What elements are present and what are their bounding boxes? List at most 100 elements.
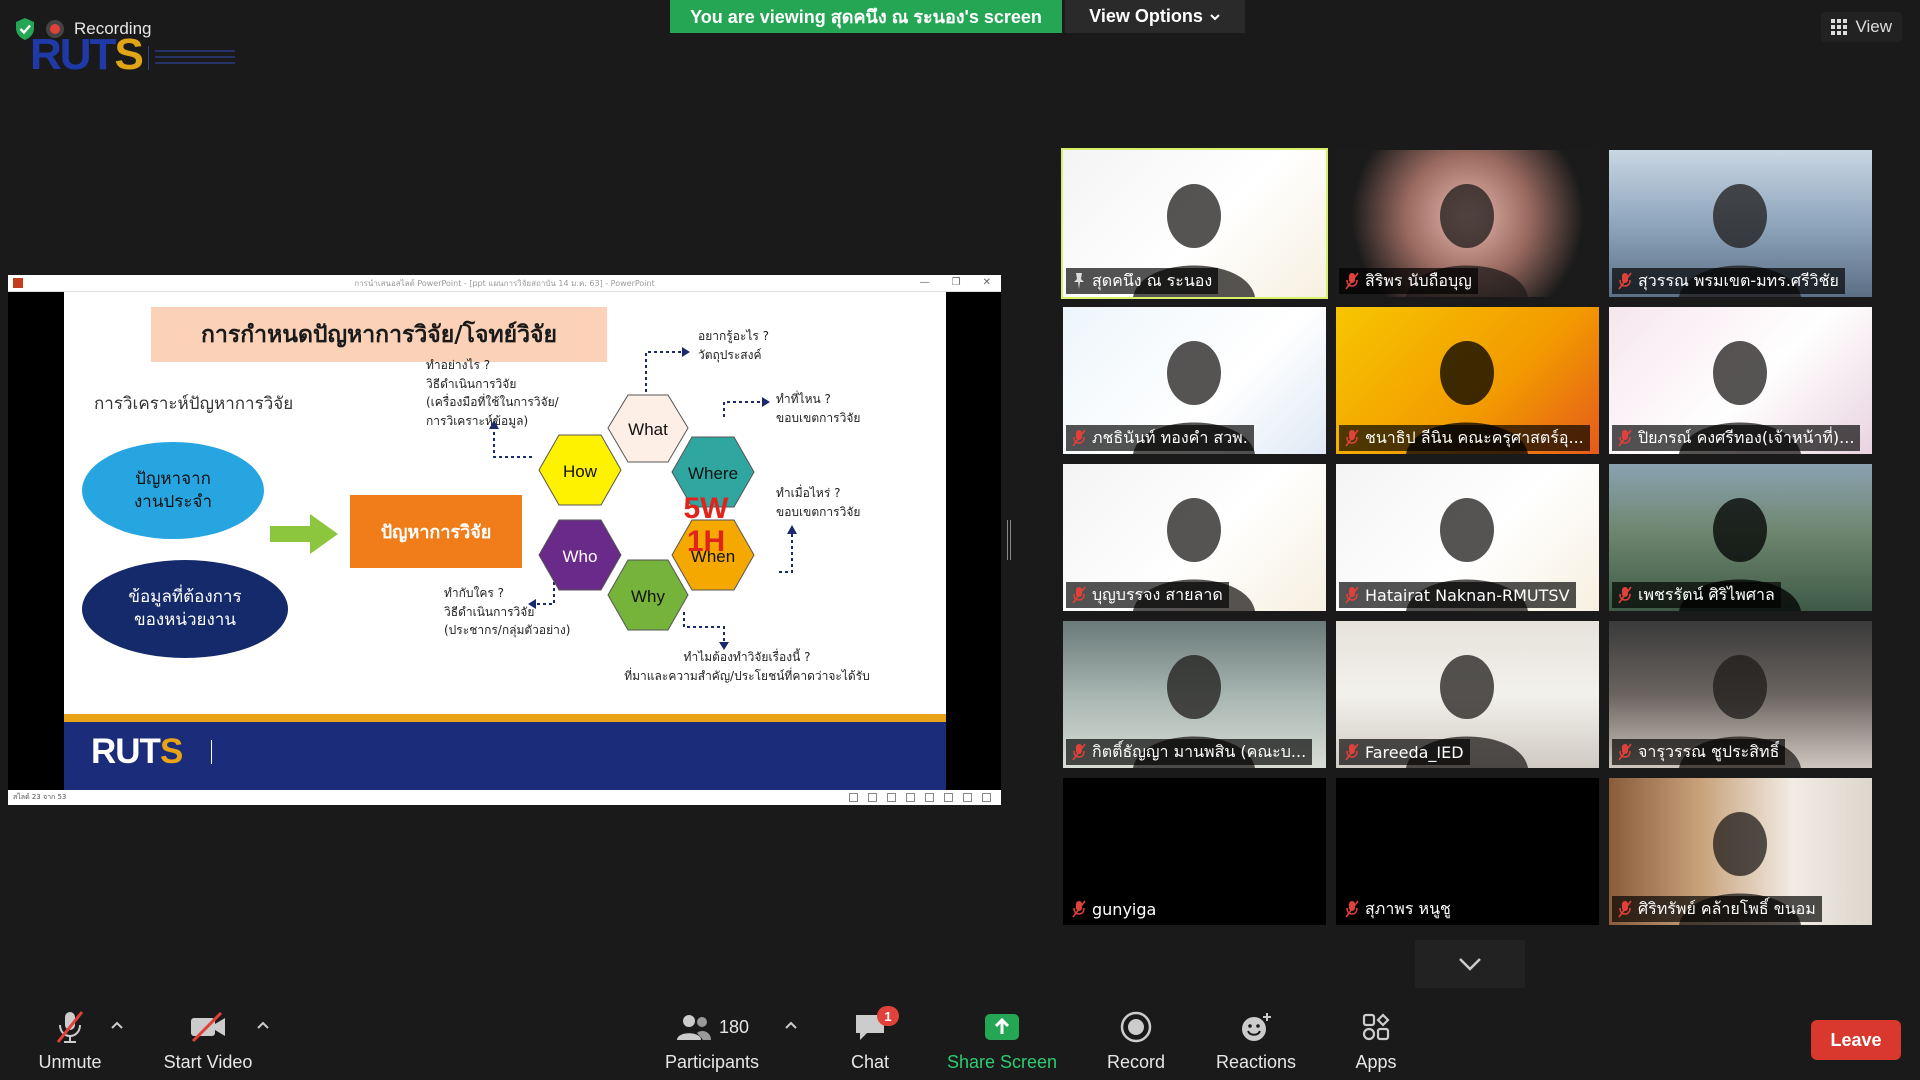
participant-name-tag: gunyiga — [1066, 896, 1163, 922]
chevron-down-icon — [1210, 13, 1220, 20]
participant-name-tag: สุวรรณ พรมเขต-มทร.ศรีวิชัย — [1612, 268, 1845, 294]
smiley-plus-icon — [1242, 1013, 1271, 1041]
muted-microphone-icon — [1072, 900, 1086, 918]
muted-microphone-icon — [1345, 743, 1359, 761]
note-why: ทำไมต้องทำวิจัยเรื่องนี้ ? ที่มาและความส… — [624, 650, 870, 683]
participant-name: ภชธินันท์ ทองคำ สวพ. — [1092, 427, 1248, 447]
participants-icon — [676, 1015, 711, 1040]
hex-label-how: How — [563, 462, 598, 481]
participant-name-tag: กิตติ์ธัญญา มานพสิน (คณะบ... — [1066, 739, 1313, 765]
participant-name: gunyiga — [1092, 899, 1157, 919]
participant-name-tag: จารุวรรณ ชูประสิทธิ์ — [1612, 739, 1786, 765]
leave-meeting-button[interactable]: Leave — [1811, 1020, 1901, 1060]
record-icon — [1120, 1011, 1152, 1043]
note-what: อยากรู้อะไร ? วัตถุประสงค์ — [698, 329, 770, 362]
participant-name-tag: Fareeda_IED — [1339, 739, 1470, 765]
participant-name: จารุวรรณ ชูประสิทธิ์ — [1638, 741, 1780, 761]
share-screen-icon — [985, 1014, 1019, 1040]
muted-microphone-icon — [1345, 586, 1359, 604]
view-options-button[interactable]: View Options — [1065, 0, 1245, 33]
grid-icon — [1831, 19, 1848, 35]
apps-icon — [1362, 1013, 1390, 1041]
video-options-caret-icon[interactable] — [256, 1018, 270, 1032]
video-gallery: สุดคนึง ณ ระนอง สิริพร นับถือบุญ สุวรรณ พร… — [1061, 148, 1879, 928]
participant-name: ศิริทรัพย์ คล้ายโพธิ์ ขนอม — [1638, 898, 1816, 918]
muted-microphone-icon — [1072, 429, 1086, 447]
note-when: ทำเมื่อไหร่ ? ขอบเขตการวิจัย — [776, 486, 861, 519]
participant-name: กิตติ์ธัญญา มานพสิน (คณะบ... — [1092, 741, 1307, 761]
participant-tile[interactable]: เพชรรัตน์ ศิริไพศาล — [1609, 464, 1872, 611]
participant-name: Fareeda_IED — [1365, 742, 1464, 762]
window-controls: — ❐ ✕ — [919, 277, 991, 288]
participant-name-tag: ศิริทรัพย์ คล้ายโพธิ์ ขนอม — [1612, 896, 1822, 922]
participants-button[interactable]: 180 Participants — [660, 990, 764, 1080]
participant-tile[interactable]: ปิยภรณ์ คงศรีทอง(เจ้าหน้าที่)... — [1609, 307, 1872, 454]
participant-name: สุดคนึง ณ ระนอง — [1092, 270, 1213, 290]
apps-button[interactable]: Apps — [1336, 990, 1416, 1080]
muted-microphone-icon — [1618, 586, 1632, 604]
gallery-scroll-down-button[interactable] — [1415, 940, 1525, 988]
hex-label-why: Why — [631, 587, 666, 606]
participant-tile[interactable]: gunyiga — [1063, 778, 1326, 925]
muted-microphone-icon — [1072, 743, 1086, 761]
view-layout-button[interactable]: View — [1821, 12, 1902, 42]
participants-count: 180 — [718, 1016, 750, 1037]
share-screen-button[interactable]: Share Screen — [944, 990, 1060, 1080]
participant-tile[interactable]: สุดคนึง ณ ระนอง — [1061, 148, 1328, 299]
participant-name: บุญบรรจง สายลาด — [1092, 584, 1223, 604]
participant-tile[interactable]: สุภาพร หนูชู — [1336, 778, 1599, 925]
participant-name-tag: ปิยภรณ์ คงศรีทอง(เจ้าหน้าที่)... — [1612, 425, 1861, 451]
participant-tile[interactable]: ภชธินันท์ ทองคำ สวพ. — [1063, 307, 1326, 454]
participant-tile[interactable]: Fareeda_IED — [1336, 621, 1599, 768]
participants-options-caret-icon[interactable] — [784, 1018, 798, 1032]
participant-name-tag: ภชธินันท์ ทองคำ สวพ. — [1066, 425, 1254, 451]
chevron-down-icon — [1459, 958, 1481, 971]
powerpoint-status-bar: สไลด์ 23 จาก 53 — [8, 790, 1001, 805]
hex-label-what: What — [628, 420, 668, 439]
meeting-toolbar: Unmute Start Video 180 Participants 1 Ch… — [0, 990, 1920, 1080]
presentation-slide: การกำหนดปัญหาการวิจัย/โจทย์วิจัย การวิเค… — [64, 292, 946, 790]
pin-icon — [1074, 273, 1084, 289]
participant-name-tag: บุญบรรจง สายลาด — [1066, 582, 1229, 608]
participant-name: ปิยภรณ์ คงศรีทอง(เจ้าหน้าที่)... — [1638, 427, 1855, 447]
muted-microphone-icon — [1618, 900, 1632, 918]
note-where: ทำที่ไหน ? ขอบเขตการวิจัย — [776, 392, 861, 425]
participant-name: Hatairat Naknan-RMUTSV — [1365, 585, 1570, 605]
slide-footer-band — [64, 714, 946, 790]
participant-name-tag: สุภาพร หนูชู — [1339, 896, 1457, 922]
participant-name-tag: เพชรรัตน์ ศิริไพศาล — [1612, 582, 1781, 608]
chat-button[interactable]: 1 Chat — [830, 990, 910, 1080]
participant-name: เพชรรัตน์ ศิริไพศาล — [1638, 584, 1775, 604]
muted-microphone-icon — [1072, 586, 1086, 604]
note-who: ทำกับใคร ? วิธีดำเนินการวิจัย (ประชากร/ก… — [444, 586, 571, 638]
participant-tile[interactable]: ศิริทรัพย์ คล้ายโพธิ์ ขนอม — [1609, 778, 1872, 925]
muted-microphone-icon — [1345, 900, 1359, 918]
pane-splitter-handle[interactable] — [1007, 520, 1011, 560]
muted-microphone-icon — [1618, 743, 1632, 761]
participant-tile[interactable]: Hatairat Naknan-RMUTSV — [1336, 464, 1599, 611]
participant-name: สุภาพร หนูชู — [1365, 898, 1451, 918]
muted-microphone-icon — [56, 1011, 84, 1043]
start-video-button[interactable]: Start Video — [158, 990, 258, 1080]
participant-tile[interactable]: สิริพร นับถือบุญ — [1336, 150, 1599, 297]
participant-tile[interactable]: กิตติ์ธัญญา มานพสิน (คณะบ... — [1063, 621, 1326, 768]
record-button[interactable]: Record — [1096, 990, 1176, 1080]
view-mode-icons — [849, 793, 991, 802]
reactions-button[interactable]: Reactions — [1210, 990, 1302, 1080]
5w1h-center-label: 5W 1H — [683, 492, 729, 558]
muted-microphone-icon — [1345, 429, 1359, 447]
participant-tile[interactable]: บุญบรรจง สายลาด — [1063, 464, 1326, 611]
participant-tile[interactable]: สุวรรณ พรมเขต-มทร.ศรีวิชัย — [1609, 150, 1872, 297]
muted-microphone-icon — [1618, 429, 1632, 447]
ruts-watermark-logo: RUTS — [30, 30, 235, 80]
participant-tile[interactable]: จารุวรรณ ชูประสิทธิ์ — [1609, 621, 1872, 768]
audio-options-caret-icon[interactable] — [110, 1018, 124, 1032]
ruts-footer-logo: RUTS — [91, 732, 212, 772]
unmute-button[interactable]: Unmute — [28, 990, 112, 1080]
participant-name: สุวรรณ พรมเขต-มทร.ศรีวิชัย — [1638, 270, 1839, 290]
hex-label-who: Who — [563, 547, 598, 566]
muted-microphone-icon — [1618, 272, 1632, 290]
participant-name-tag: สุดคนึง ณ ระนอง — [1066, 268, 1219, 294]
participant-tile[interactable]: ชนาธิป ลีนิน คณะครุศาสตร์อุ... — [1336, 307, 1599, 454]
shared-screen: การนำเสนอสไลด์ PowerPoint - [ppt แผนการว… — [8, 275, 1001, 805]
